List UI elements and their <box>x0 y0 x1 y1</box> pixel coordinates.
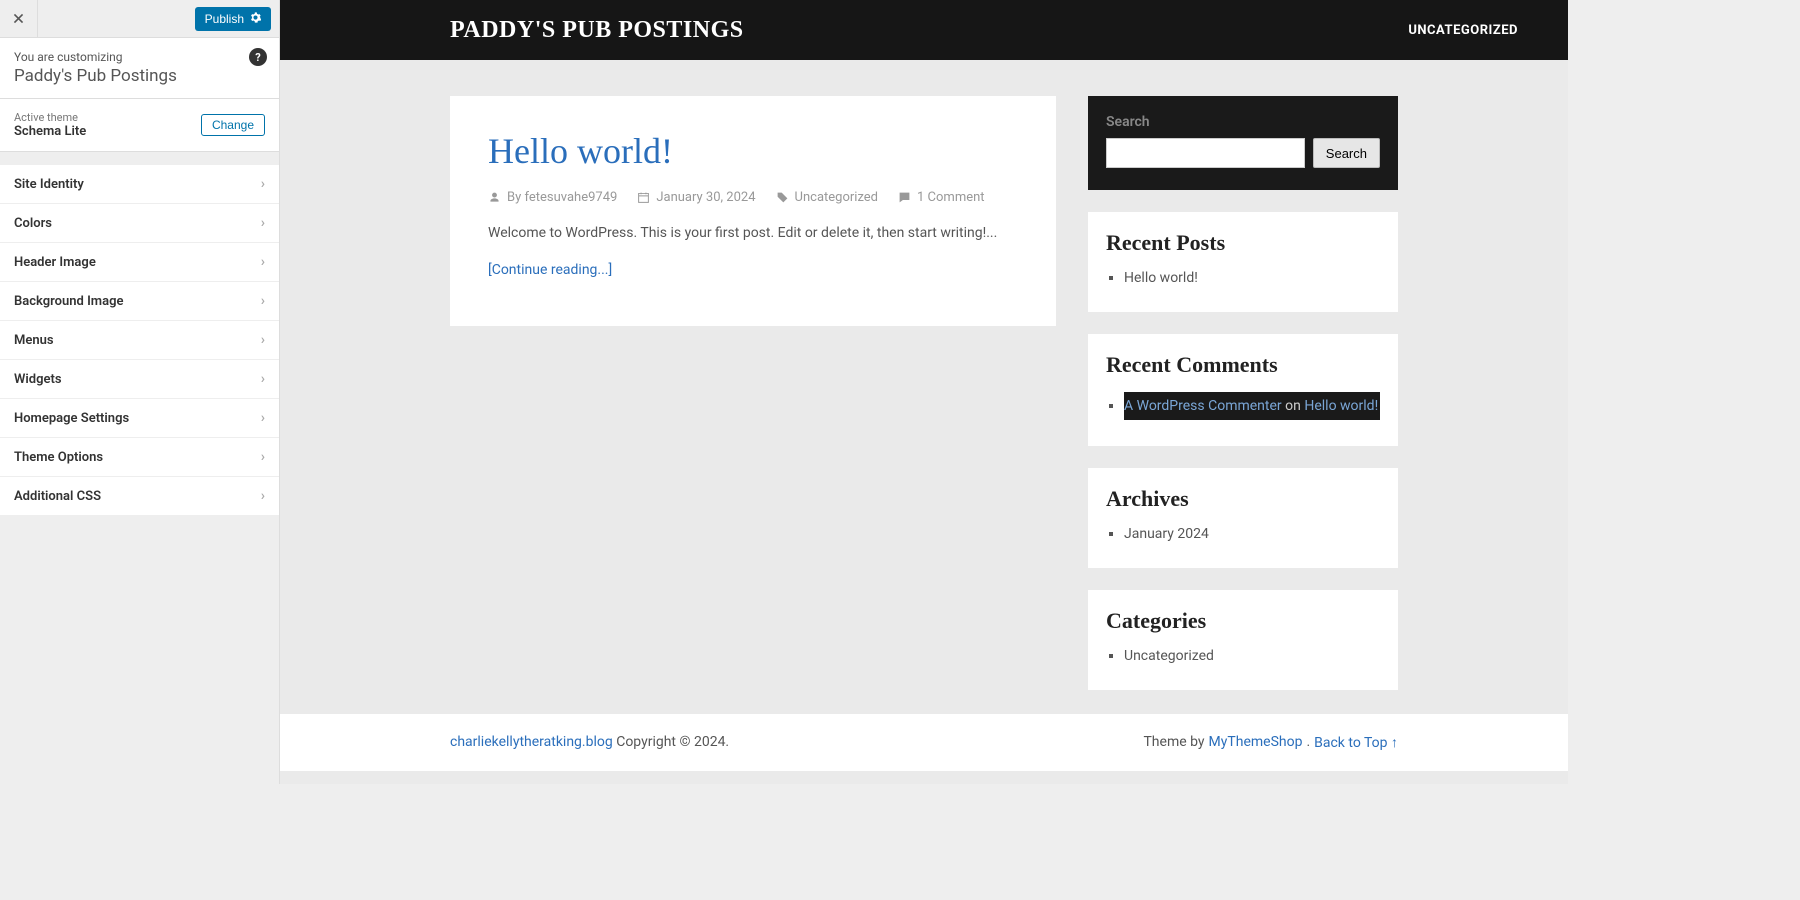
continue-reading-link[interactable]: [Continue reading...] <box>488 262 612 278</box>
widget-title: Archives <box>1106 486 1380 512</box>
menu-theme-options[interactable]: Theme Options› <box>0 438 279 477</box>
post-meta: By fetesuvahe9749 January 30, 2024 Uncat… <box>488 190 1018 205</box>
chevron-right-icon: › <box>261 332 265 348</box>
list-item[interactable]: Uncategorized <box>1124 644 1380 668</box>
customizer-menu: Site Identity› Colors› Header Image› Bac… <box>0 164 279 516</box>
chevron-right-icon: › <box>261 176 265 192</box>
close-button[interactable] <box>0 0 38 38</box>
active-theme-label: Active theme <box>14 111 86 124</box>
menu-additional-css[interactable]: Additional CSS› <box>0 477 279 516</box>
user-icon <box>488 191 501 204</box>
meta-date: January 30, 2024 <box>637 190 755 205</box>
theme-link[interactable]: MyThemeShop <box>1209 734 1303 751</box>
meta-comments[interactable]: 1 Comment <box>898 190 985 205</box>
post-title[interactable]: Hello world! <box>488 130 1018 172</box>
preview-pane: PADDY'S PUB POSTINGS UNCATEGORIZED Hello… <box>280 0 1568 784</box>
customizing-title: Paddy's Pub Postings <box>14 66 265 86</box>
chevron-right-icon: › <box>261 215 265 231</box>
customizing-label: You are customizing <box>14 50 265 64</box>
menu-homepage-settings[interactable]: Homepage Settings› <box>0 399 279 438</box>
tag-icon <box>776 191 789 204</box>
chevron-right-icon: › <box>261 449 265 465</box>
post-excerpt: Welcome to WordPress. This is your first… <box>488 223 1018 244</box>
search-label: Search <box>1106 114 1380 130</box>
publish-label: Publish <box>205 12 244 26</box>
comment-icon <box>898 191 911 204</box>
help-icon[interactable]: ? <box>249 48 267 66</box>
widget-categories: Categories Uncategorized <box>1088 590 1398 690</box>
site-footer: charliekellytheratking.blog Copyright © … <box>280 714 1568 771</box>
chevron-right-icon: › <box>261 293 265 309</box>
chevron-right-icon: › <box>261 410 265 426</box>
chevron-right-icon: › <box>261 254 265 270</box>
widget-recent-posts: Recent Posts Hello world! <box>1088 212 1398 312</box>
menu-widgets[interactable]: Widgets› <box>0 360 279 399</box>
customizer-sidebar: Publish You are customizing Paddy's Pub … <box>0 0 280 784</box>
footer-copyright: Copyright © 2024. <box>613 734 729 750</box>
search-button[interactable]: Search <box>1313 138 1380 168</box>
widget-search: Search Search <box>1088 96 1398 190</box>
chevron-right-icon: › <box>261 371 265 387</box>
footer-domain-link[interactable]: charliekellytheratking.blog <box>450 734 613 750</box>
comment-post-link[interactable]: Hello world! <box>1304 398 1378 414</box>
back-to-top-link[interactable]: Back to Top ↑ <box>1314 734 1398 751</box>
commenter-link[interactable]: A WordPress Commenter <box>1124 398 1282 414</box>
list-item[interactable]: January 2024 <box>1124 522 1380 546</box>
search-input[interactable] <box>1106 138 1305 168</box>
list-item: A WordPress Commenter on Hello world! <box>1124 388 1380 424</box>
site-header: PADDY'S PUB POSTINGS UNCATEGORIZED <box>280 0 1568 60</box>
site-title[interactable]: PADDY'S PUB POSTINGS <box>450 17 744 44</box>
meta-author[interactable]: By fetesuvahe9749 <box>488 190 617 205</box>
active-theme-row: Active theme Schema Lite Change <box>0 99 279 152</box>
menu-header-image[interactable]: Header Image› <box>0 243 279 282</box>
meta-category[interactable]: Uncategorized <box>776 190 878 205</box>
post-card: Hello world! By fetesuvahe9749 January 3… <box>450 96 1056 326</box>
widget-title: Recent Comments <box>1106 352 1380 378</box>
menu-background-image[interactable]: Background Image› <box>0 282 279 321</box>
menu-menus[interactable]: Menus› <box>0 321 279 360</box>
customizing-panel: You are customizing Paddy's Pub Postings… <box>0 38 279 99</box>
gear-icon <box>250 12 261 26</box>
sidebar-topbar: Publish <box>0 0 279 38</box>
change-theme-button[interactable]: Change <box>201 114 265 136</box>
menu-colors[interactable]: Colors› <box>0 204 279 243</box>
list-item[interactable]: Hello world! <box>1124 266 1380 290</box>
widget-title: Recent Posts <box>1106 230 1380 256</box>
nav-uncategorized[interactable]: UNCATEGORIZED <box>1408 23 1518 38</box>
theme-by-label: Theme by <box>1143 734 1204 751</box>
widget-archives: Archives January 2024 <box>1088 468 1398 568</box>
menu-site-identity[interactable]: Site Identity› <box>0 164 279 204</box>
publish-button[interactable]: Publish <box>195 7 271 31</box>
widget-title: Categories <box>1106 608 1380 634</box>
calendar-icon <box>637 191 650 204</box>
theme-name: Schema Lite <box>14 124 86 139</box>
chevron-right-icon: › <box>261 488 265 504</box>
widget-recent-comments: Recent Comments A WordPress Commenter on… <box>1088 334 1398 446</box>
